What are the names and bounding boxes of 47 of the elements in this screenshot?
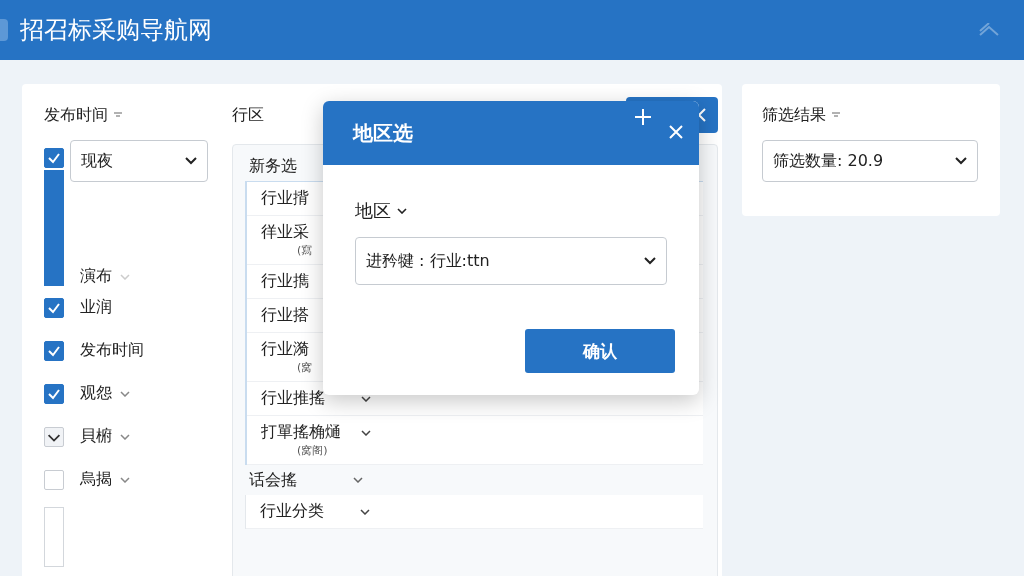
confirm-button[interactable]: 确认 — [525, 329, 675, 373]
section-title: 行区 — [232, 104, 264, 126]
expand-box[interactable] — [44, 426, 64, 447]
chevron-left-icon — [698, 108, 706, 122]
section-title: 筛选结果 — [762, 104, 826, 126]
item-label: 业润 — [80, 297, 112, 318]
dialog-title: 地区选 — [353, 119, 413, 147]
chevron-icon[interactable] — [360, 508, 370, 515]
chevron-icon[interactable] — [361, 395, 371, 402]
section-title: 发布时间 — [44, 104, 108, 126]
time-select[interactable]: 现夜 — [70, 140, 208, 182]
item-label: 貝椨 — [80, 426, 112, 447]
app-icon — [0, 19, 8, 41]
chevron-down-icon — [644, 257, 656, 265]
chevron-down-icon — [185, 157, 197, 165]
list-item[interactable]: 行业推搖 — [261, 388, 325, 409]
list-item[interactable]: 行业搭 — [261, 305, 309, 326]
chevron-down-icon — [955, 157, 967, 165]
check-icon — [47, 151, 61, 165]
chevron-icon[interactable] — [397, 208, 407, 214]
group-label: 新务选 — [249, 155, 297, 177]
group-label: 话会搖 — [249, 469, 297, 491]
app-title: 招召标采购导航网 — [20, 15, 213, 46]
chevron-icon[interactable] — [361, 429, 371, 436]
plus-icon[interactable] — [635, 109, 651, 125]
list-item[interactable]: 行业擕 — [261, 271, 309, 292]
checkbox[interactable] — [44, 297, 64, 318]
list-item[interactable]: 行业揹 — [261, 188, 309, 209]
region-select[interactable]: 进矜犍 : 行业:ttn — [355, 237, 667, 285]
item-label: 烏揭 — [80, 469, 112, 490]
field-label: 地区 — [355, 199, 391, 223]
item-note: (窝阁) — [296, 443, 329, 458]
list-item[interactable]: 徉业采 — [261, 222, 309, 243]
result-select[interactable]: 筛选数量: 20.9 — [762, 140, 978, 182]
item-label: 发布时间 — [80, 340, 144, 361]
item-note: (窝 — [296, 360, 314, 375]
checkbox[interactable] — [44, 340, 64, 361]
checkbox[interactable] — [44, 148, 64, 168]
vertical-bar — [44, 507, 64, 567]
list-item[interactable]: 打單搖桷熥 — [261, 422, 341, 443]
item-note: (寫 — [296, 243, 314, 258]
list-item[interactable]: 行业漪 — [261, 339, 309, 360]
checkbox[interactable] — [44, 383, 64, 404]
item-label: 演布 — [80, 266, 112, 286]
list-item[interactable]: 行业分类 — [260, 501, 324, 522]
item-label: 观怨 — [80, 383, 112, 404]
close-icon[interactable] — [669, 125, 683, 139]
